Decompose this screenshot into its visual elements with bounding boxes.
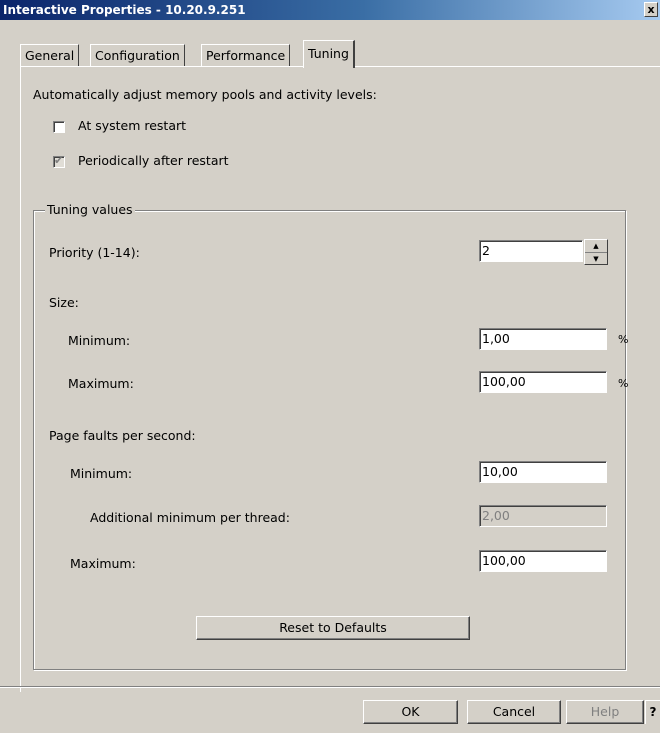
tab-tuning[interactable]: Tuning	[303, 40, 355, 68]
priority-input[interactable]: 2	[479, 240, 583, 262]
periodically-after-restart-checkbox[interactable]: ✔	[53, 154, 65, 168]
page-faults-maximum-label: Maximum:	[70, 556, 136, 571]
auto-adjust-label: Automatically adjust memory pools and ac…	[33, 87, 377, 102]
whats-this-button[interactable]: ?	[645, 700, 660, 724]
check-mark-icon: ✔	[54, 154, 64, 167]
size-maximum-input[interactable]: 100,00	[479, 371, 607, 393]
button-separator	[0, 686, 660, 688]
tab-configuration[interactable]: Configuration	[90, 44, 185, 67]
tab-general[interactable]: General	[20, 44, 80, 67]
ok-button[interactable]: OK	[363, 700, 458, 724]
page-faults-minimum-input[interactable]: 10,00	[479, 461, 607, 483]
tab-performance[interactable]: Performance	[201, 44, 291, 67]
cancel-button[interactable]: Cancel	[467, 700, 561, 724]
size-maximum-unit: %	[618, 377, 629, 390]
size-heading: Size:	[49, 295, 79, 310]
page-faults-minimum-label: Minimum:	[70, 466, 133, 481]
title-bar: Interactive Properties - 10.20.9.251 x	[0, 0, 660, 20]
additional-minimum-label: Additional minimum per thread:	[90, 510, 290, 525]
window-title: Interactive Properties - 10.20.9.251	[3, 3, 246, 17]
spin-up-icon[interactable]: ▲	[585, 240, 607, 252]
size-minimum-unit: %	[618, 333, 629, 346]
size-minimum-input[interactable]: 1,00	[479, 328, 607, 350]
priority-label: Priority (1-14):	[49, 245, 140, 260]
at-system-restart-label: At system restart	[78, 118, 187, 133]
close-button[interactable]: x	[644, 2, 658, 17]
reset-to-defaults-button[interactable]: Reset to Defaults	[196, 616, 470, 640]
additional-minimum-input[interactable]: 2,00	[479, 505, 607, 527]
at-system-restart-checkbox[interactable]	[53, 121, 65, 133]
tuning-values-title: Tuning values	[45, 202, 135, 217]
page-faults-maximum-input[interactable]: 100,00	[479, 550, 607, 572]
periodically-after-restart-label: Periodically after restart	[78, 153, 229, 168]
spin-down-icon[interactable]: ▼	[585, 252, 607, 264]
size-minimum-label: Minimum:	[68, 333, 131, 348]
priority-spinner[interactable]: ▲ ▼	[584, 239, 608, 265]
page-faults-heading: Page faults per second:	[49, 428, 196, 443]
help-button[interactable]: Help	[566, 700, 644, 724]
size-maximum-label: Maximum:	[68, 376, 134, 391]
